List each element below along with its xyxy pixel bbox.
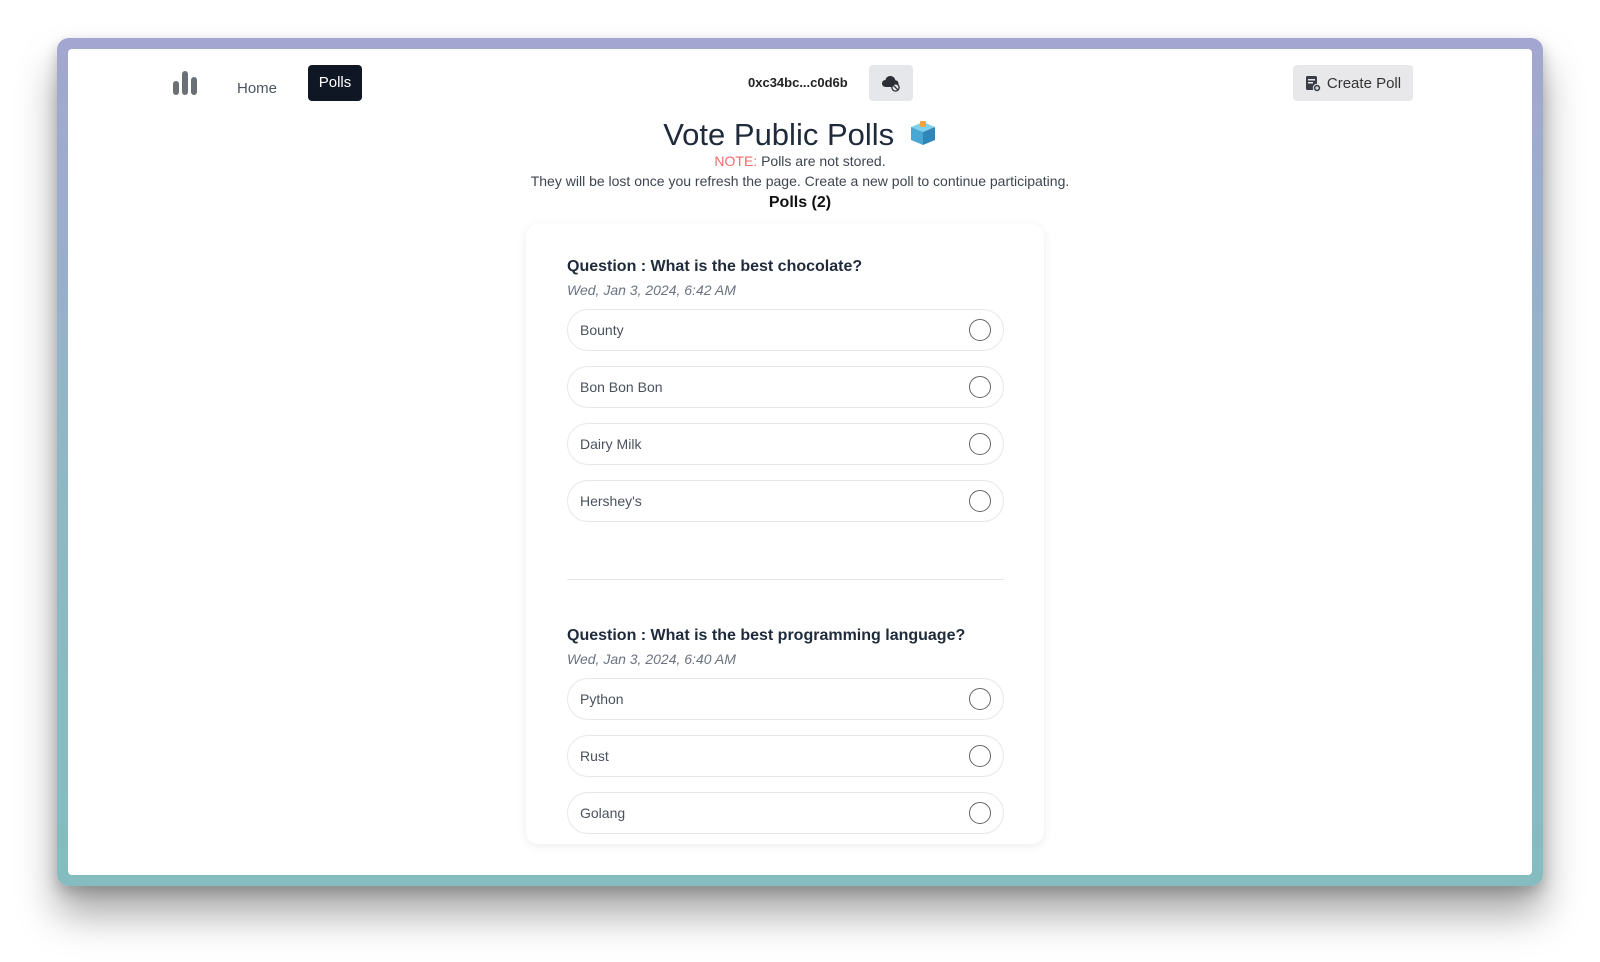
bar-chart-icon[interactable] bbox=[173, 71, 199, 95]
poll-question: Question : What is the best programming … bbox=[567, 627, 966, 644]
radio-button[interactable] bbox=[969, 688, 991, 710]
note-label: NOTE: bbox=[714, 153, 758, 169]
cloud-button[interactable] bbox=[869, 65, 913, 101]
poll-option[interactable]: Dairy Milk bbox=[567, 423, 1004, 465]
page-title: Vote Public Polls bbox=[68, 117, 1532, 155]
poll-option[interactable]: Golang bbox=[567, 792, 1004, 834]
create-poll-button[interactable]: Create Poll bbox=[1293, 65, 1413, 101]
poll-item: Question : What is the best chocolate? W… bbox=[567, 258, 1004, 537]
poll-count: Polls (2) bbox=[768, 194, 832, 211]
poll-option-label: Hershey's bbox=[580, 493, 642, 509]
note-subtext: They will be lost once you refresh the p… bbox=[530, 173, 1070, 189]
ballot-box-icon bbox=[909, 119, 937, 155]
note-text: Polls are not stored. bbox=[757, 153, 886, 169]
note-line: NOTE: Polls are not stored. bbox=[68, 153, 1532, 169]
radio-button[interactable] bbox=[969, 745, 991, 767]
poll-option[interactable]: Python bbox=[567, 678, 1004, 720]
poll-option-label: Dairy Milk bbox=[580, 436, 642, 452]
poll-date: Wed, Jan 3, 2024, 6:40 AM bbox=[567, 651, 736, 667]
poll-option[interactable]: Rust bbox=[567, 735, 1004, 777]
create-poll-label: Create Poll bbox=[1326, 74, 1402, 92]
poll-option[interactable]: Hershey's bbox=[567, 480, 1004, 522]
poll-option-label: Golang bbox=[580, 805, 626, 821]
nav-polls-link[interactable]: Polls bbox=[308, 65, 362, 101]
add-document-icon bbox=[1305, 75, 1321, 92]
radio-button[interactable] bbox=[969, 433, 991, 455]
radio-button[interactable] bbox=[969, 490, 991, 512]
app-window: Home Polls 0xc34bc...c0d6b Create Poll V… bbox=[68, 49, 1532, 875]
radio-button[interactable] bbox=[969, 802, 991, 824]
window-frame: Home Polls 0xc34bc...c0d6b Create Poll V… bbox=[57, 38, 1543, 886]
poll-question: Question : What is the best chocolate? bbox=[567, 258, 863, 275]
wallet-address: 0xc34bc...c0d6b bbox=[748, 75, 848, 90]
poll-item: Question : What is the best programming … bbox=[567, 627, 1004, 844]
poll-option[interactable]: Bounty bbox=[567, 309, 1004, 351]
nav-home-link[interactable]: Home bbox=[230, 71, 284, 107]
poll-option-label: Bounty bbox=[580, 322, 624, 338]
poll-date: Wed, Jan 3, 2024, 6:42 AM bbox=[567, 282, 736, 298]
poll-option[interactable]: Bon Bon Bon bbox=[567, 366, 1004, 408]
poll-option-label: Rust bbox=[580, 748, 609, 764]
radio-button[interactable] bbox=[969, 376, 991, 398]
poll-option-label: Python bbox=[580, 691, 624, 707]
radio-button[interactable] bbox=[969, 319, 991, 341]
page-title-text: Vote Public Polls bbox=[663, 117, 895, 152]
cloud-blocked-icon bbox=[882, 76, 900, 92]
polls-card: Question : What is the best chocolate? W… bbox=[526, 224, 1044, 844]
poll-option-label: Bon Bon Bon bbox=[580, 379, 663, 395]
poll-divider bbox=[567, 579, 1004, 580]
